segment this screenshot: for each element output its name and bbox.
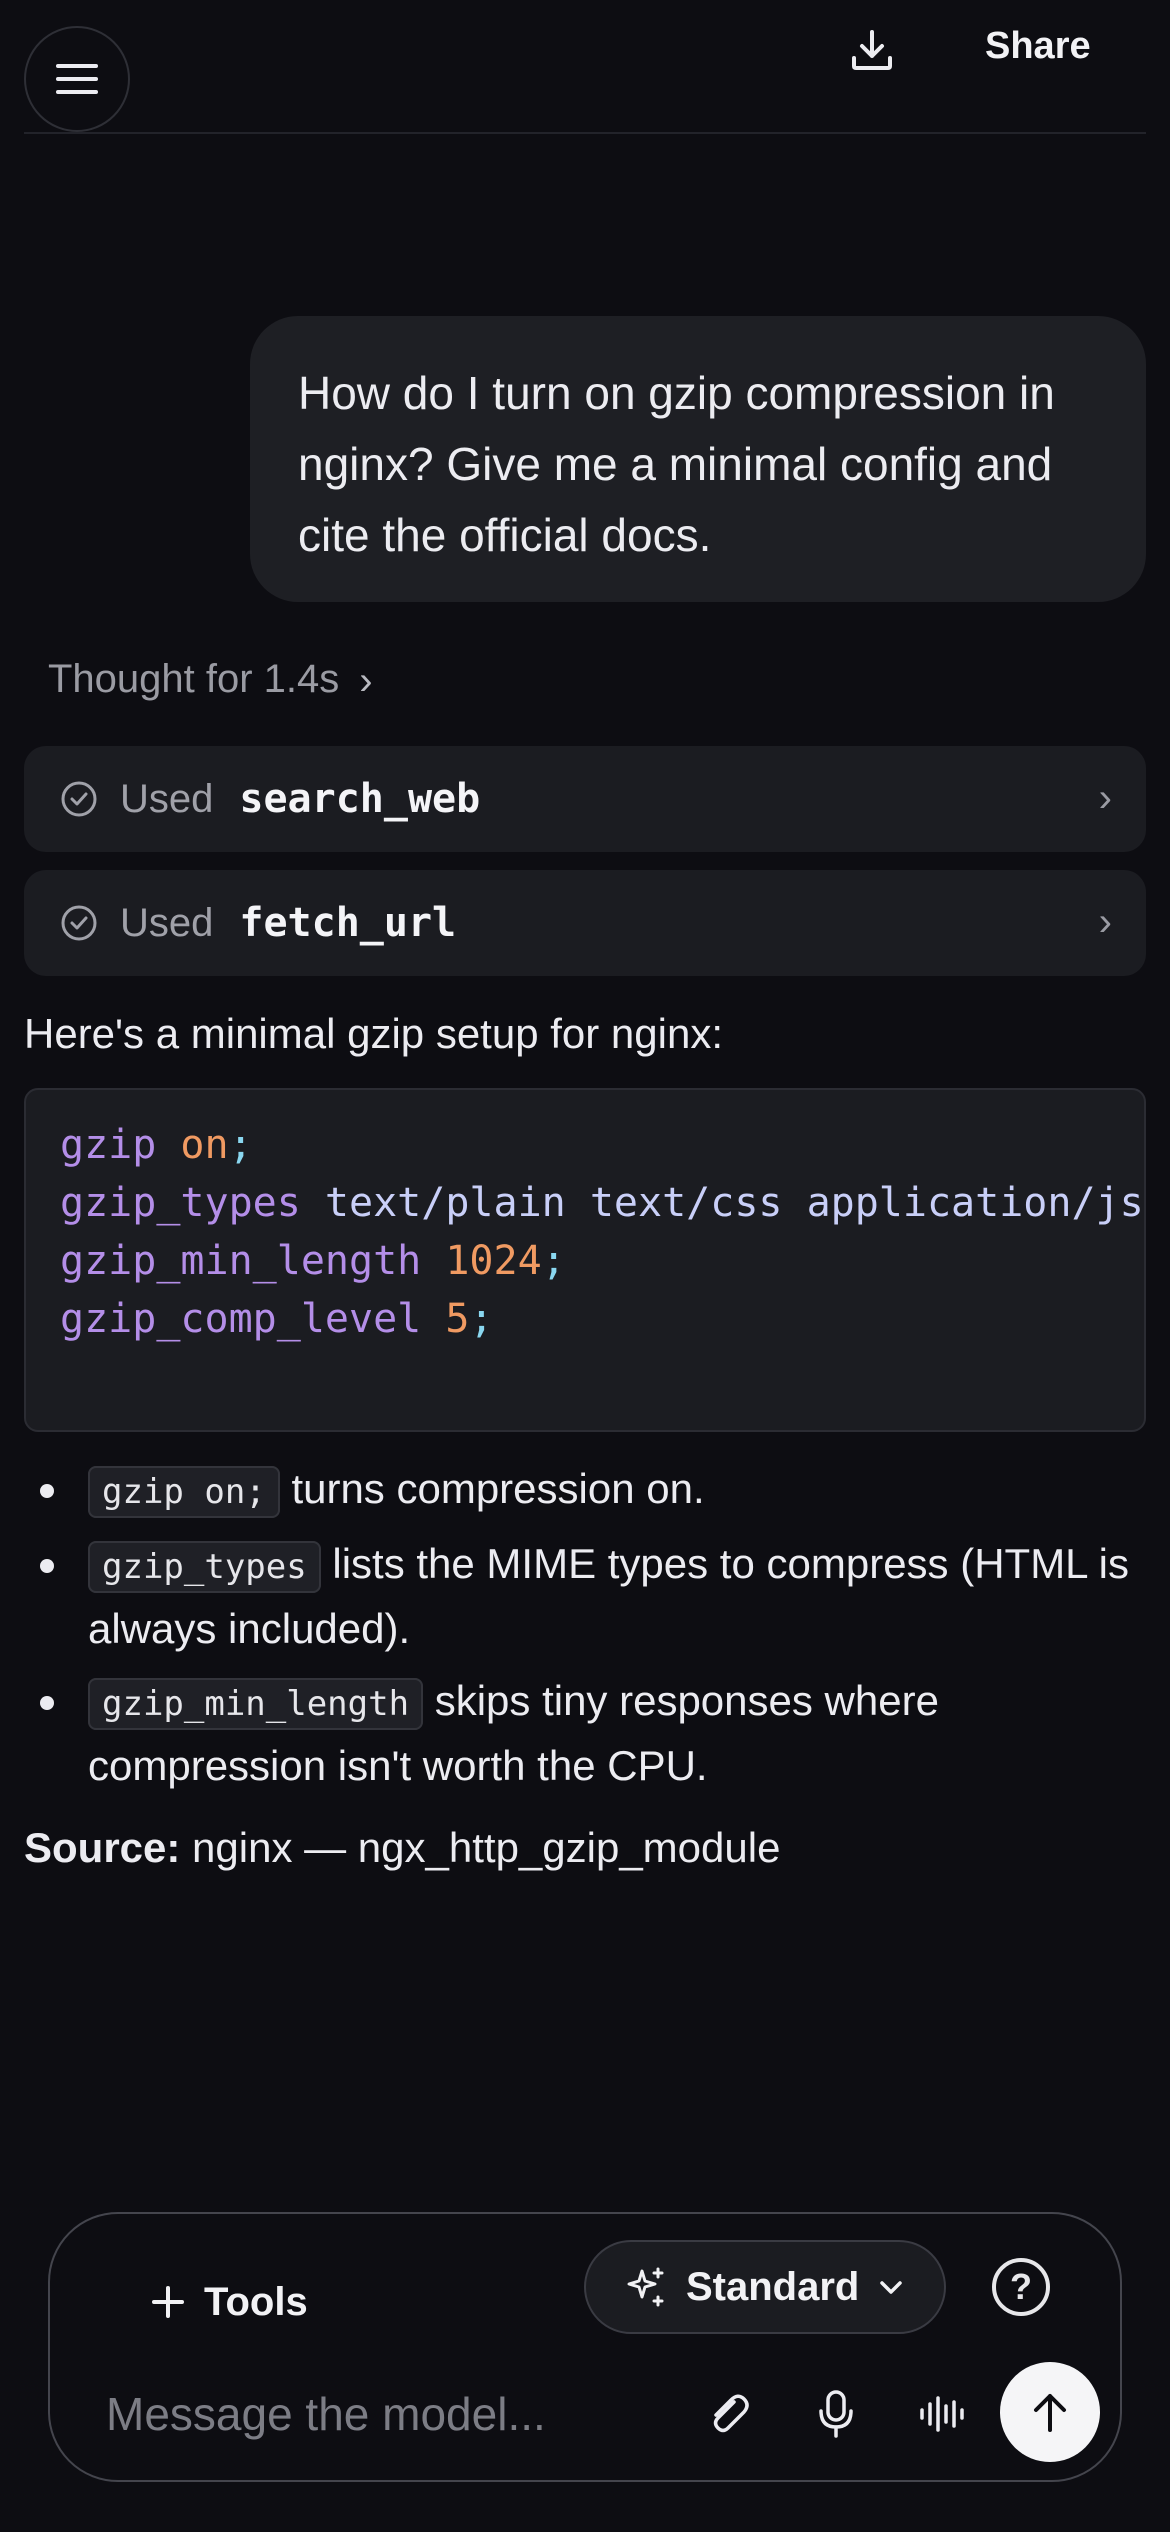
tools-button[interactable]: Tools bbox=[150, 2260, 308, 2344]
chevron-right-icon: › bbox=[359, 658, 373, 703]
share-button[interactable]: Share bbox=[985, 18, 1091, 74]
source-label: Source: bbox=[24, 1824, 181, 1871]
send-button[interactable] bbox=[1000, 2362, 1100, 2462]
tool-name: search_web bbox=[239, 776, 481, 822]
message-input[interactable] bbox=[106, 2374, 666, 2454]
chevron-right-icon: › bbox=[1098, 776, 1112, 820]
tool-call-fetch-url[interactable]: Used fetch_url › bbox=[24, 870, 1146, 976]
list-item: gzip on; turns compression on. bbox=[24, 1458, 1146, 1523]
plus-icon bbox=[152, 2286, 184, 2318]
paperclip-icon bbox=[713, 2394, 749, 2433]
tools-label: Tools bbox=[204, 2279, 308, 2324]
tool-name: fetch_url bbox=[239, 900, 457, 946]
thought-toggle[interactable]: Thought for 1.4s › bbox=[48, 646, 373, 712]
code-line: gzip_min_length 1024; bbox=[60, 1238, 566, 1284]
hamburger-menu-icon bbox=[56, 64, 98, 94]
top-bar: Share bbox=[0, 0, 1170, 134]
mode-selector[interactable]: Standard bbox=[584, 2240, 946, 2334]
sparkle-icon bbox=[627, 2267, 664, 2307]
inline-code: gzip_types bbox=[88, 1541, 321, 1593]
header-divider bbox=[24, 132, 1146, 134]
help-button[interactable]: ? bbox=[992, 2258, 1050, 2316]
chat-screen: Share How do I turn on gzip compression … bbox=[0, 0, 1170, 2532]
chevron-down-icon bbox=[880, 2281, 903, 2294]
user-message-text: How do I turn on gzip compression in ngi… bbox=[298, 367, 1055, 561]
source-link[interactable]: nginx — ngx_http_gzip_module bbox=[192, 1824, 780, 1871]
mode-label: Standard bbox=[686, 2264, 860, 2309]
microphone-icon bbox=[819, 2390, 853, 2438]
check-circle-icon bbox=[61, 781, 97, 817]
bullet-list: gzip on; turns compression on. gzip_type… bbox=[24, 1458, 1146, 1807]
assistant-intro-text: Here's a minimal gzip setup for nginx: bbox=[24, 1010, 723, 1057]
inline-code: gzip on; bbox=[88, 1466, 280, 1518]
attach-button[interactable] bbox=[698, 2384, 758, 2444]
help-icon: ? bbox=[1010, 2266, 1032, 2307]
voice-mode-button[interactable] bbox=[912, 2384, 972, 2444]
download-icon bbox=[852, 30, 892, 70]
code-block: gzip on; gzip_types text/plain text/css a… bbox=[24, 1088, 1146, 1432]
message-composer: Tools Standard ? bbox=[48, 2212, 1122, 2482]
download-button[interactable] bbox=[846, 24, 898, 76]
code-line: gzip_types text/plain text/css applicati… bbox=[60, 1180, 1146, 1226]
list-item: gzip_types lists the MIME types to compr… bbox=[24, 1533, 1146, 1660]
source-citation: Source: nginx — ngx_http_gzip_module bbox=[24, 1818, 780, 1878]
code-line: gzip_comp_level 5; bbox=[60, 1296, 494, 1342]
arrow-up-icon bbox=[1034, 2394, 1066, 2432]
inline-code: gzip_min_length bbox=[88, 1678, 424, 1730]
menu-button[interactable] bbox=[24, 26, 130, 132]
tool-used-label: Used bbox=[120, 776, 214, 821]
list-item: gzip_min_length skips tiny responses whe… bbox=[24, 1670, 1146, 1797]
code-line: gzip on; bbox=[60, 1122, 253, 1168]
bullet-text: turns compression on. bbox=[291, 1465, 705, 1512]
chevron-right-icon: › bbox=[1098, 900, 1112, 944]
waveform-icon bbox=[920, 2396, 964, 2432]
tool-used-label: Used bbox=[120, 900, 214, 945]
check-circle-icon bbox=[61, 905, 97, 941]
tool-call-search-web[interactable]: Used search_web › bbox=[24, 746, 1146, 852]
thought-label: Thought for 1.4s bbox=[48, 656, 340, 701]
microphone-button[interactable] bbox=[806, 2384, 866, 2444]
user-message-bubble: How do I turn on gzip compression in ngi… bbox=[250, 316, 1146, 602]
